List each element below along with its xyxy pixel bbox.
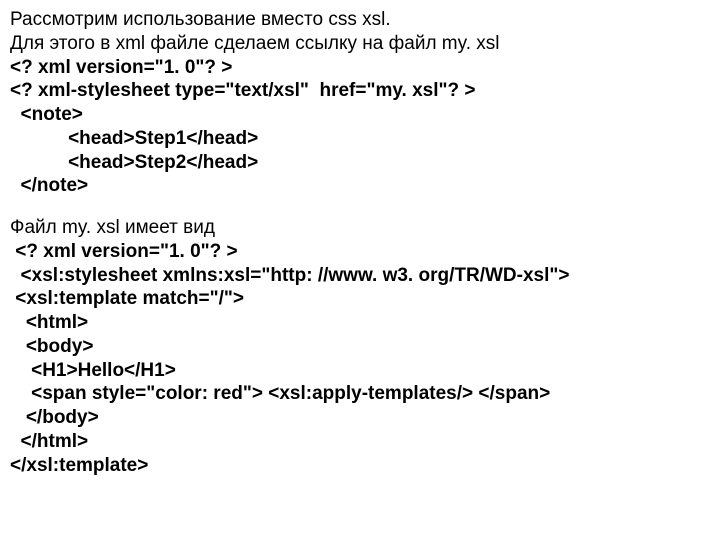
body-open: <body> [10,335,710,359]
xsl-xml-decl: <? xml version="1. 0"? > [10,240,710,264]
xsl-template-close: </xsl:template> [10,454,710,478]
head-step2: <head>Step2</head> [10,151,710,175]
note-open: <note> [10,103,710,127]
intro-line-2: Для этого в xml файле сделаем ссылку на … [10,32,710,56]
xml-decl: <? xml version="1. 0"? > [10,56,710,80]
xml-stylesheet-pi: <? xml-stylesheet type="text/xsl" href="… [10,79,710,103]
head-step1: <head>Step1</head> [10,127,710,151]
xsl-template-open: <xsl:template match="/"> [10,287,710,311]
html-open: <html> [10,311,710,335]
section-gap [10,198,710,216]
h1-hello: <H1>Hello</H1> [10,359,710,383]
xsl-stylesheet-open: <xsl:stylesheet xmlns:xsl="http: //www. … [10,264,710,288]
body-close: </body> [10,406,710,430]
span-red: <span style="color: red"> <xsl:apply-tem… [10,382,710,406]
intro-line-1: Рассмотрим использование вместо css xsl. [10,8,710,32]
note-close: </note> [10,174,710,198]
xsl-intro: Файл my. xsl имеет вид [10,216,710,240]
html-close: </html> [10,430,710,454]
